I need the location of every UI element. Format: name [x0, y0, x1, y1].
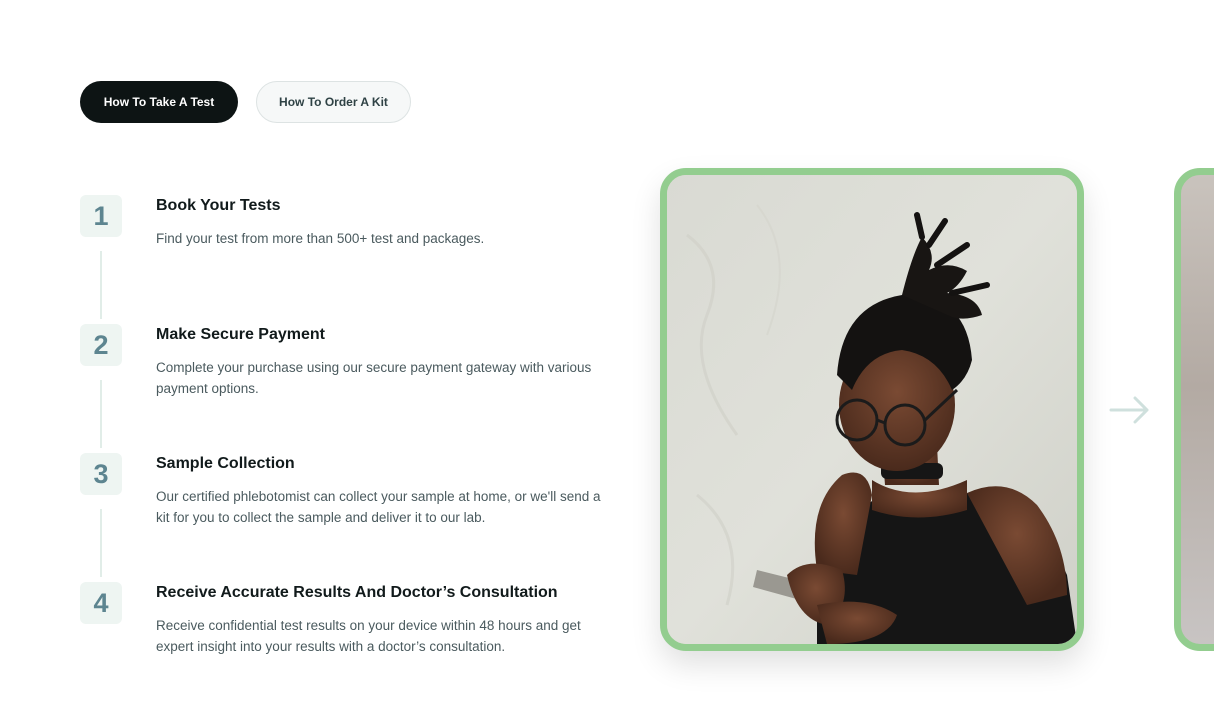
next-step-photo-card [1174, 168, 1214, 651]
step-description: Find your test from more than 500+ test … [156, 231, 485, 246]
page: How To Take A Test How To Order A Kit 1 … [0, 0, 1214, 716]
step-item: 2 Make Secure Payment Complete your purc… [80, 324, 620, 453]
arrow-right-icon[interactable] [1108, 394, 1152, 426]
woman-with-phone-photo [667, 175, 1077, 644]
step-description: Receive confidential test results on you… [156, 618, 581, 654]
tab-how-to-take-a-test[interactable]: How To Take A Test [80, 81, 238, 123]
step-number: 4 [80, 582, 122, 624]
step-title: Book Your Tests [156, 197, 281, 214]
step-item: 4 Receive Accurate Results And Doctor’s … [80, 582, 620, 711]
step-item: 1 Book Your Tests Find your test from mo… [80, 195, 620, 324]
steps-list: 1 Book Your Tests Find your test from mo… [80, 195, 620, 711]
step-title: Sample Collection [156, 455, 295, 472]
step-number: 3 [80, 453, 122, 495]
step-description: Our certified phlebotomist can collect y… [156, 489, 601, 525]
step-number: 1 [80, 195, 122, 237]
step-title: Receive Accurate Results And Doctor’s Co… [156, 584, 558, 601]
tab-how-to-order-a-kit[interactable]: How To Order A Kit [256, 81, 411, 123]
step-description: Complete your purchase using our secure … [156, 360, 592, 396]
step-connector [100, 380, 102, 448]
step-connector [100, 509, 102, 577]
step-photo-card [660, 168, 1084, 651]
step-item: 3 Sample Collection Our certified phlebo… [80, 453, 620, 582]
step-title: Make Secure Payment [156, 326, 325, 343]
step-number: 2 [80, 324, 122, 366]
step-connector [100, 251, 102, 319]
tab-bar: How To Take A Test How To Order A Kit [80, 81, 411, 123]
